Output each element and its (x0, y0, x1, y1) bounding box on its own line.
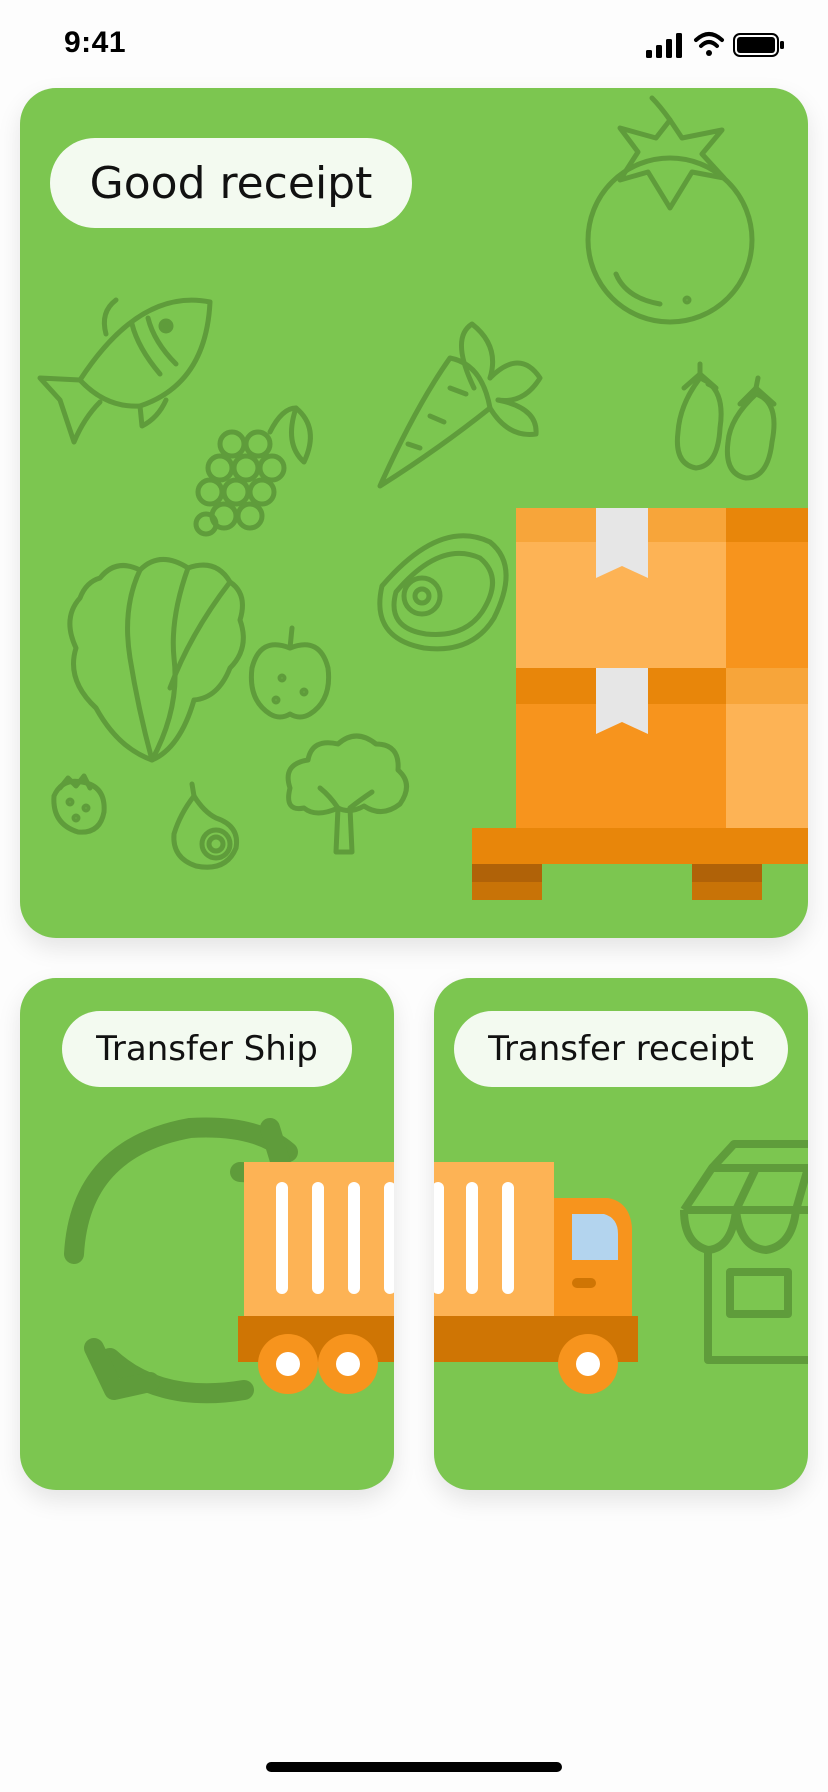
battery-icon (733, 33, 784, 57)
status-icons (646, 32, 784, 58)
grapes-icon (193, 405, 313, 537)
strawberry-icon (51, 773, 107, 835)
lettuce-icon (67, 557, 246, 763)
eggplant-icon (674, 361, 777, 481)
steak-icon (377, 533, 509, 652)
store-icon (680, 1140, 808, 1364)
status-bar: 9:41 (0, 0, 828, 88)
pallet-boxes-icon (472, 508, 808, 900)
status-time: 9:41 (64, 26, 127, 59)
truck-icon (238, 1162, 394, 1394)
tomato-icon (585, 95, 755, 325)
transfer-ship-card[interactable]: Transfer Ship (20, 978, 394, 1490)
signal-icon (646, 33, 682, 58)
transfer-ship-label[interactable]: Transfer Ship (62, 1011, 352, 1087)
home-indicator[interactable] (266, 1762, 562, 1772)
good-receipt-label[interactable]: Good receipt (50, 138, 412, 228)
fish-icon (37, 297, 213, 445)
apple-icon (248, 625, 332, 720)
transfer-receipt-label[interactable]: Transfer receipt (454, 1011, 788, 1087)
good-receipt-card[interactable]: Good receipt (20, 88, 808, 938)
truck-icon (434, 1162, 638, 1394)
wifi-icon (694, 32, 724, 56)
onion-icon (171, 781, 240, 870)
carrot-icon (377, 321, 543, 489)
transfer-receipt-card[interactable]: Transfer receipt (434, 978, 808, 1490)
broccoli-icon (285, 733, 409, 855)
screen: 9:41 Good receipt Transfer Ship Transfer… (0, 0, 828, 1792)
